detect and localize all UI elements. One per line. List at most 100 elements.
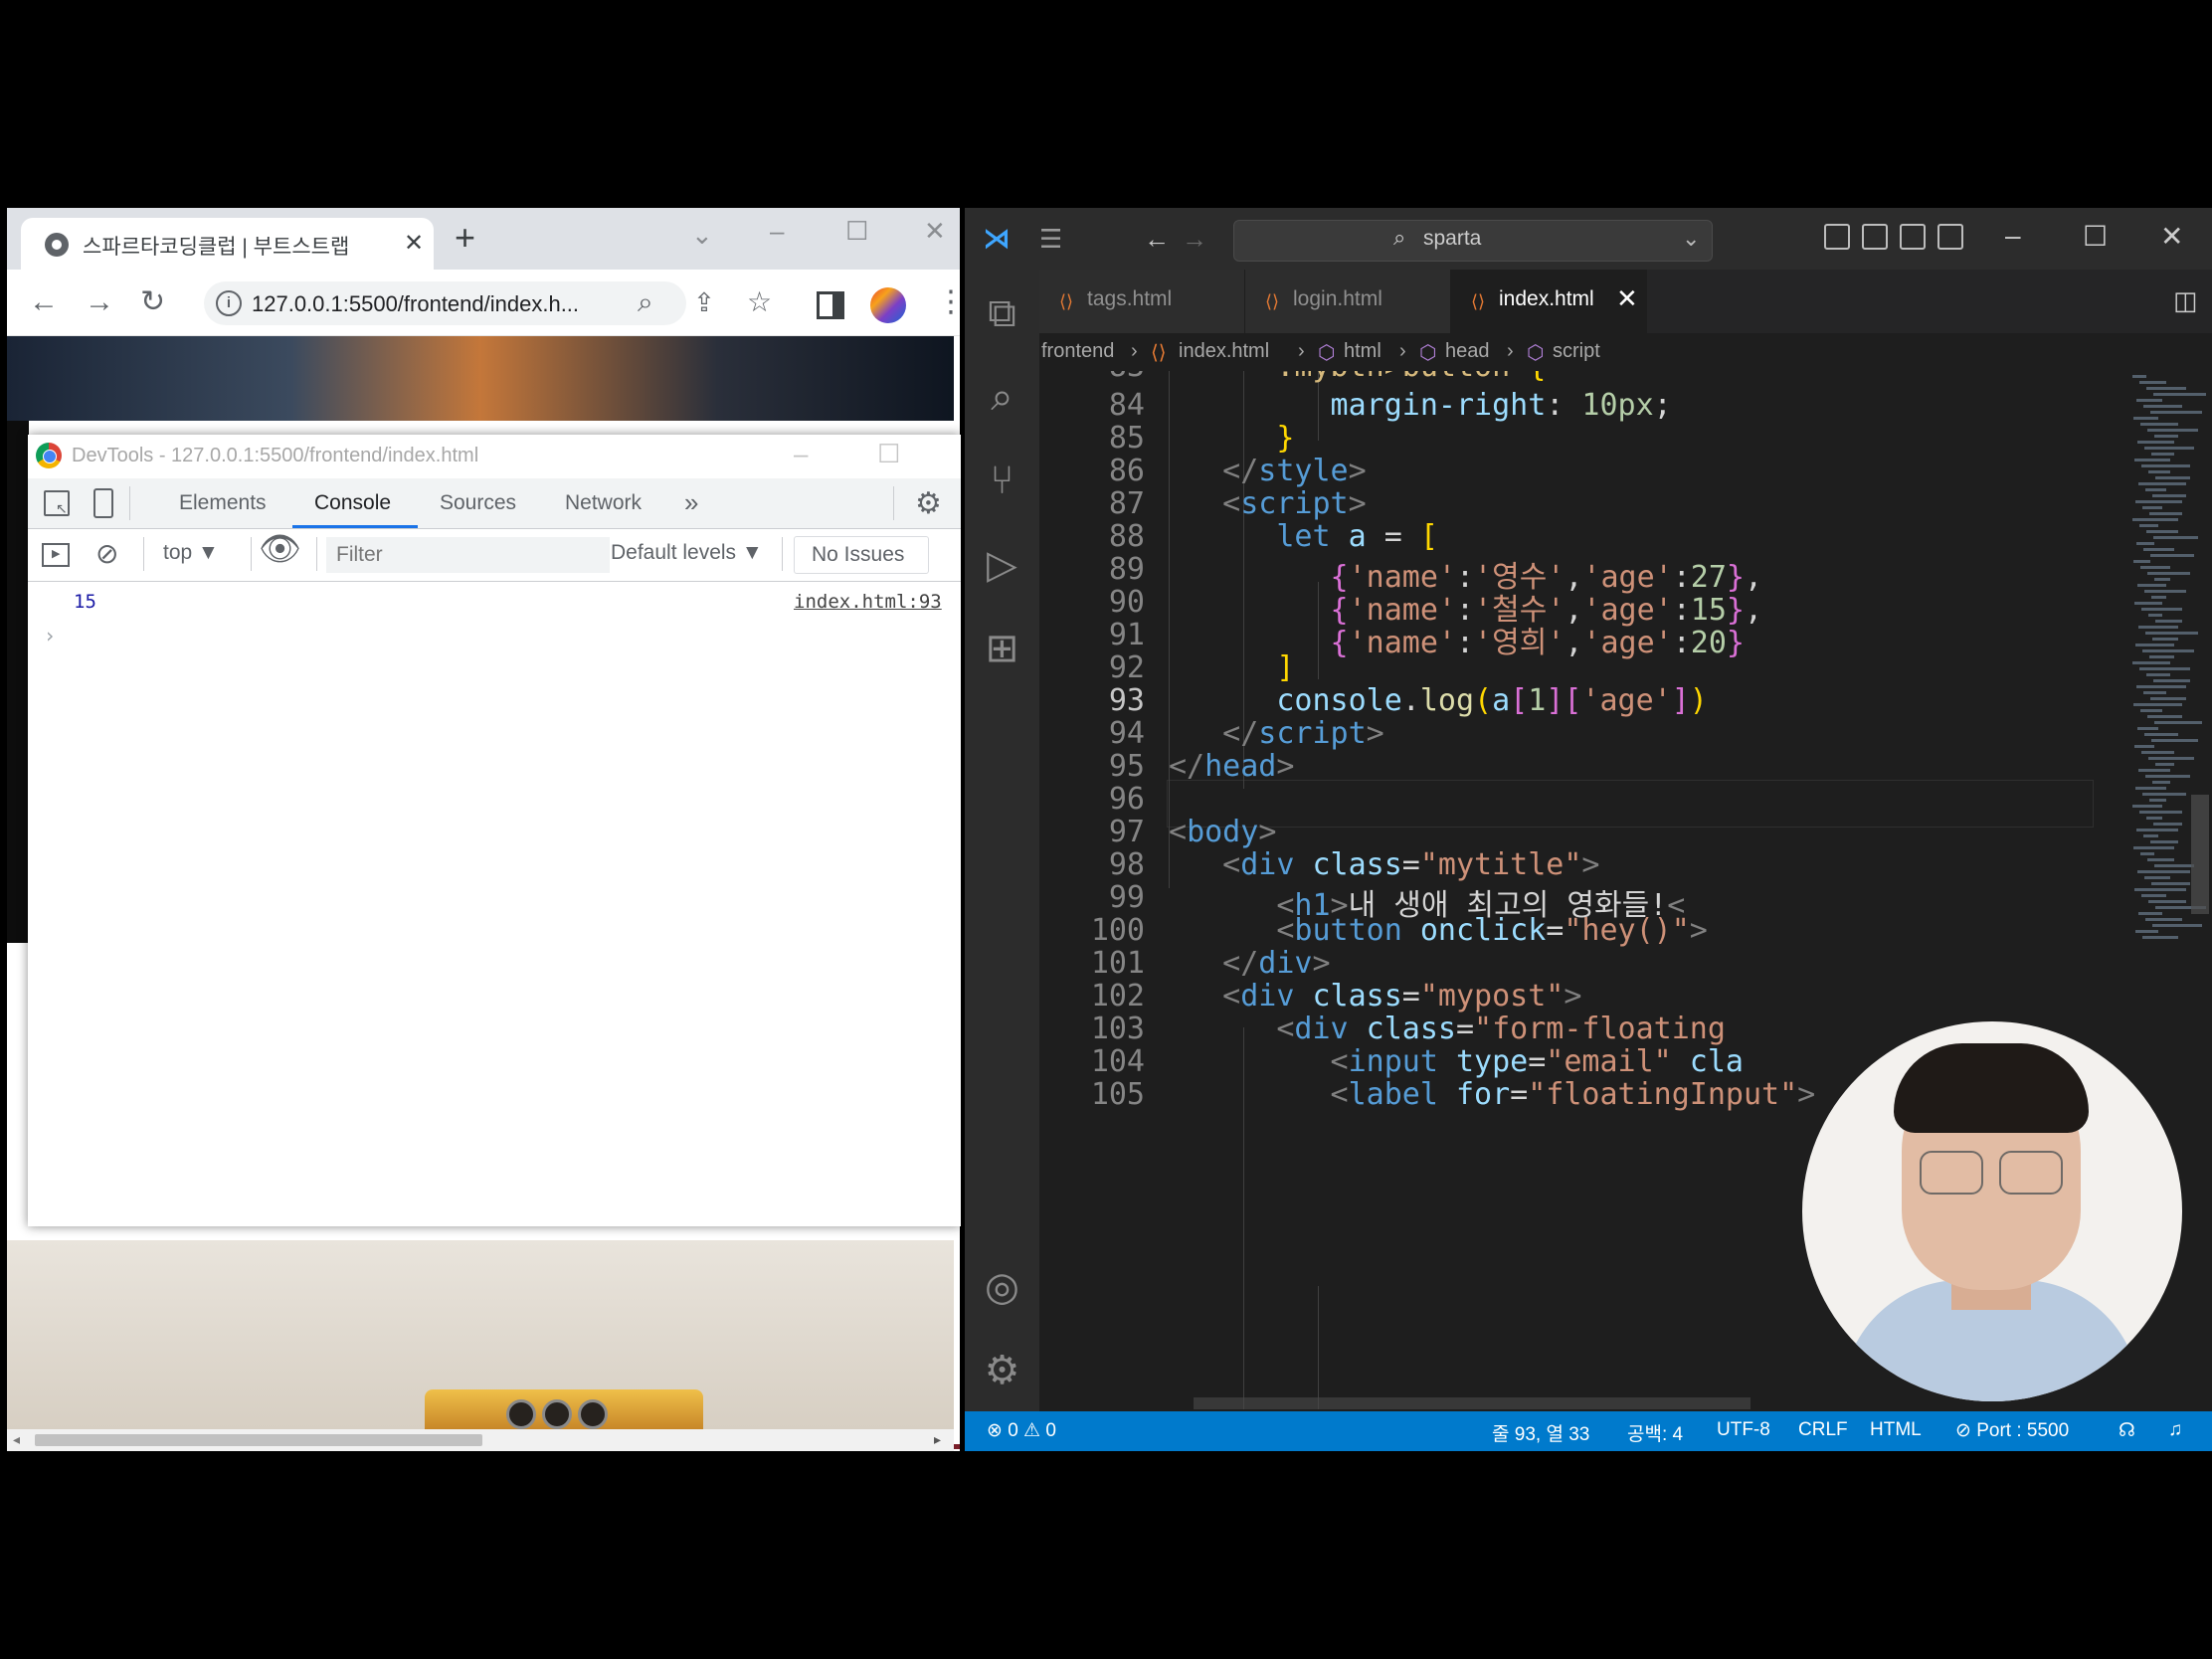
end-of-line[interactable]: CRLF — [1798, 1419, 1848, 1441]
editor-tab-label: login.html — [1293, 287, 1382, 310]
cursor-position[interactable]: 줄 93, 열 33 — [1492, 1419, 1589, 1446]
file-encoding[interactable]: UTF-8 — [1717, 1419, 1770, 1441]
address-bar[interactable]: i 127.0.0.1:5500/frontend/index.h... — [204, 281, 686, 325]
minimize-icon[interactable]: – — [2005, 220, 2021, 252]
editor-tab-index[interactable]: ⟨⟩ index.html ✕ — [1451, 270, 1647, 333]
breadcrumb-item[interactable]: frontend — [1041, 340, 1114, 363]
minimap-line — [2147, 858, 2174, 861]
account-icon[interactable]: ◎ — [965, 1264, 1039, 1310]
maximize-icon[interactable]: ☐ — [2083, 220, 2108, 253]
console-log-source-link[interactable]: index.html:93 — [794, 591, 942, 613]
scrollbar-thumb[interactable] — [35, 1434, 482, 1446]
split-editor-icon[interactable]: ◫ — [2173, 285, 2198, 316]
browser-tab[interactable]: 스파르타코딩클럽 | 부트스트랩 ✕ — [21, 218, 434, 270]
minimap-line — [2143, 834, 2158, 837]
breadcrumb-item[interactable]: script — [1553, 340, 1600, 363]
scroll-right-icon[interactable]: ▸ — [934, 1431, 941, 1448]
code-token: , — [1744, 593, 1763, 628]
issues-button[interactable]: No Issues — [794, 536, 929, 574]
code-token: > — [1348, 454, 1367, 488]
vscode-logo-icon: ⋊ — [983, 223, 1011, 254]
minimap-line — [2148, 900, 2186, 903]
code-token: > — [1276, 749, 1295, 784]
notifications-bell-icon[interactable]: ♫ — [2168, 1419, 2182, 1441]
maximize-icon[interactable]: ☐ — [845, 216, 868, 247]
tab-search-icon[interactable]: ⌄ — [691, 220, 713, 251]
close-tab-icon[interactable]: ✕ — [1616, 283, 1638, 314]
forward-icon[interactable]: → — [85, 287, 114, 317]
toggle-secondary-sidebar-icon[interactable] — [1900, 224, 1926, 250]
clear-console-icon[interactable]: ⊘ — [95, 537, 118, 570]
maximize-icon[interactable]: ☐ — [877, 439, 900, 469]
breadcrumb-item[interactable]: head — [1445, 340, 1490, 363]
minimap-line — [2132, 375, 2146, 378]
feedback-icon[interactable]: ☊ — [2119, 1419, 2135, 1442]
close-window-icon[interactable]: ✕ — [924, 216, 946, 247]
divider — [316, 537, 317, 571]
run-debug-icon[interactable]: ▷ — [965, 542, 1039, 588]
close-window-icon[interactable]: ✕ — [2160, 220, 2183, 253]
problems-indicator[interactable]: ⊗ 0 ⚠ 0 — [987, 1419, 1056, 1442]
new-tab-button[interactable]: + — [455, 220, 475, 256]
editor-tab-tags[interactable]: ⟨⟩ tags.html — [1039, 270, 1245, 333]
inspect-element-icon[interactable]: ↖ — [44, 490, 70, 516]
language-mode[interactable]: HTML — [1870, 1419, 1922, 1441]
code-token: ] — [1671, 683, 1690, 718]
minimize-icon[interactable]: – — [794, 439, 808, 469]
code-token: < — [1222, 847, 1241, 882]
log-levels-dropdown[interactable]: Default levels ▼ — [611, 541, 763, 565]
reload-icon[interactable]: ↻ — [140, 287, 165, 317]
code-token: 'age' — [1582, 626, 1673, 660]
code-line: </div> — [1222, 946, 1330, 981]
source-control-icon[interactable]: ⑂ — [965, 459, 1039, 503]
chrome-menu-icon[interactable]: ⋮ — [936, 287, 960, 317]
manage-gear-icon[interactable]: ⚙ — [965, 1348, 1039, 1393]
console-filter-input[interactable]: Filter — [326, 537, 610, 573]
minimap-line — [2135, 500, 2182, 503]
command-center-search[interactable]: sparta ⌕ ⌄ — [1233, 220, 1713, 262]
line-number: 94 — [1108, 716, 1145, 751]
back-icon[interactable]: ← — [1144, 224, 1170, 255]
close-tab-icon[interactable]: ✕ — [404, 229, 424, 258]
context-selector[interactable]: top ▼ — [163, 541, 219, 565]
toggle-primary-sidebar-icon[interactable] — [1824, 224, 1850, 250]
search-icon[interactable]: ⌕ — [965, 375, 1039, 420]
minimap-line — [2151, 453, 2174, 456]
code-token: : — [1672, 626, 1691, 660]
scroll-left-icon[interactable]: ◂ — [13, 1431, 20, 1448]
horizontal-scrollbar[interactable]: ◂ ▸ — [7, 1429, 954, 1451]
zoom-icon[interactable]: ⌕ — [638, 287, 653, 317]
explorer-icon[interactable]: ⧉ — [965, 291, 1039, 336]
device-toolbar-icon[interactable] — [93, 488, 113, 518]
tab-console[interactable]: Console — [314, 491, 391, 515]
back-icon[interactable]: ← — [29, 287, 59, 317]
site-info-icon[interactable]: i — [216, 290, 242, 316]
sidebar-toggle-icon[interactable]: ▶ — [42, 543, 70, 567]
profile-avatar[interactable] — [870, 287, 906, 323]
vertical-scrollbar-thumb[interactable] — [2191, 795, 2209, 914]
console-prompt[interactable]: › — [44, 624, 56, 647]
toggle-panel-icon[interactable] — [1862, 224, 1888, 250]
horizontal-scrollbar-thumb[interactable] — [1194, 1397, 1751, 1409]
tab-elements[interactable]: Elements — [179, 491, 267, 515]
editor-tab-login[interactable]: ⟨⟩ login.html — [1245, 270, 1451, 333]
extensions-icon[interactable]: ⊞ — [965, 626, 1039, 671]
tab-sources[interactable]: Sources — [440, 491, 516, 515]
minimize-icon[interactable]: – — [770, 216, 784, 247]
forward-icon[interactable]: → — [1182, 224, 1207, 255]
live-expression-eye-icon[interactable]: 👁 — [259, 529, 301, 569]
breadcrumb-item[interactable]: html — [1344, 340, 1382, 363]
breadcrumb-item[interactable]: index.html — [1179, 340, 1269, 363]
indentation-setting[interactable]: 공백: 4 — [1627, 1419, 1683, 1446]
bookmark-star-icon[interactable]: ☆ — [747, 287, 772, 317]
page-hero-image — [7, 336, 954, 421]
more-tabs-icon[interactable]: » — [684, 487, 698, 518]
share-icon[interactable]: ⇪ — [693, 287, 715, 317]
customize-layout-icon[interactable] — [1937, 224, 1963, 250]
side-panel-icon[interactable] — [817, 291, 844, 319]
tab-network[interactable]: Network — [565, 491, 642, 515]
minimap-line — [2153, 823, 2182, 826]
settings-gear-icon[interactable]: ⚙ — [915, 486, 942, 521]
menu-icon[interactable]: ☰ — [1039, 224, 1062, 255]
live-server-port[interactable]: ⊘ Port : 5500 — [1955, 1419, 2069, 1442]
